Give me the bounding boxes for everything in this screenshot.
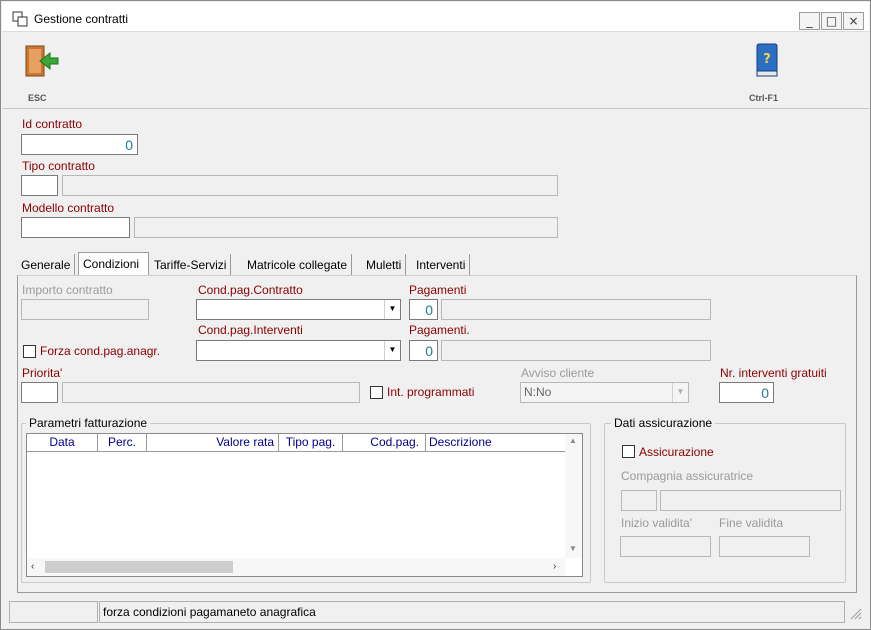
maximize-button[interactable]: □ — [821, 12, 842, 30]
pagamenti2-description — [441, 340, 711, 361]
tab-generale[interactable]: Generale — [17, 254, 76, 276]
application-window: Gestione contratti _ □ × ESC ? Ctrl-F1 I… — [0, 0, 871, 630]
toolbar: ESC ? Ctrl-F1 — [2, 33, 869, 109]
column-header-cod-pag[interactable]: Cod.pag. — [343, 434, 426, 452]
esc-label: ESC — [28, 93, 47, 103]
modello-contratto-label: Modello contratto — [22, 201, 115, 215]
exit-door-icon — [25, 45, 59, 77]
scroll-up-icon[interactable]: ▲ — [569, 436, 577, 445]
scroll-left-icon[interactable]: ‹ — [31, 561, 34, 572]
cond-pag-interventi-label: Cond.pag.Interventi — [198, 323, 303, 337]
horizontal-scrollbar[interactable]: ‹ › — [27, 558, 565, 576]
compagnia-code-input — [621, 490, 657, 511]
help-label: Ctrl-F1 — [749, 93, 778, 103]
pagamenti-input[interactable]: 0 — [409, 299, 438, 320]
pagamenti2-input[interactable]: 0 — [409, 340, 438, 361]
help-button[interactable]: ? Ctrl-F1 — [744, 39, 792, 103]
modello-contratto-code-input[interactable] — [21, 217, 130, 238]
inizio-validita-label: Inizio validita' — [621, 516, 692, 530]
minimize-button[interactable]: _ — [799, 12, 820, 30]
column-header-valore-rata[interactable]: Valore rata — [147, 434, 279, 452]
status-message: forza condizioni pagamaneto anagrafica — [99, 601, 845, 623]
dati-assicurazione-title: Dati assicurazione — [611, 416, 716, 430]
cond-pag-contratto-label: Cond.pag.Contratto — [198, 283, 303, 297]
column-header-descrizione[interactable]: Descrizione — [426, 434, 566, 452]
importo-contratto-input — [21, 299, 149, 320]
tipo-contratto-label: Tipo contratto — [22, 159, 95, 173]
avviso-cliente-label: Avviso cliente — [521, 366, 595, 380]
importo-contratto-label: Importo contratto — [22, 283, 113, 297]
chevron-down-icon: ▼ — [384, 341, 400, 360]
avviso-cliente-select: N:No ▼ — [520, 382, 689, 403]
pagamenti2-label: Pagamenti. — [409, 323, 470, 337]
help-book-icon: ? — [756, 43, 778, 77]
compagnia-description — [660, 490, 841, 511]
tipo-contratto-description — [62, 175, 558, 196]
scroll-down-icon[interactable]: ▼ — [569, 544, 577, 553]
vertical-scrollbar[interactable]: ▲ ▼ — [565, 434, 582, 558]
forza-cond-label: Forza cond.pag.anagr. — [40, 344, 161, 358]
chevron-down-icon: ▼ — [672, 383, 688, 402]
int-programmati-label: Int. programmati — [387, 385, 475, 399]
chevron-down-icon: ▼ — [384, 300, 400, 319]
close-button[interactable]: × — [843, 12, 864, 30]
tipo-contratto-code-input[interactable] — [21, 175, 58, 196]
inizio-validita-input — [620, 536, 711, 557]
svg-text:?: ? — [763, 52, 771, 67]
column-header-data[interactable]: Data — [27, 434, 98, 452]
horizontal-scroll-thumb[interactable] — [45, 561, 233, 573]
cond-pag-interventi-select[interactable]: ▼ — [196, 340, 401, 361]
compagnia-label: Compagnia assicuratrice — [621, 469, 754, 483]
assicurazione-checkbox[interactable] — [622, 445, 635, 458]
priorita-code-input[interactable] — [21, 382, 58, 403]
tab-condizioni[interactable]: Condizioni — [78, 252, 149, 276]
esc-button[interactable]: ESC — [16, 39, 64, 103]
tab-tariffe-servizi[interactable]: Tariffe-Servizi — [150, 254, 232, 276]
status-pane-left — [9, 601, 98, 623]
column-header-perc[interactable]: Perc. — [98, 434, 147, 452]
tab-muletti[interactable]: Muletti — [362, 254, 407, 276]
tab-matricole-collegate[interactable]: Matricole collegate — [243, 254, 353, 276]
pagamenti-description — [441, 299, 711, 320]
avviso-cliente-value: N:No — [524, 385, 552, 399]
resize-grip-icon[interactable] — [848, 606, 862, 620]
column-header-tipo-pag[interactable]: Tipo pag. — [279, 434, 343, 452]
priorita-description — [62, 382, 360, 403]
fatturazione-grid[interactable]: Data Perc. Valore rata Tipo pag. Cod.pag… — [26, 433, 583, 577]
modello-contratto-description — [134, 217, 558, 238]
cond-pag-contratto-select[interactable]: ▼ — [196, 299, 401, 320]
tab-interventi[interactable]: Interventi — [412, 254, 471, 276]
priorita-label: Priorita' — [22, 366, 63, 380]
nr-interventi-gratuiti-label: Nr. interventi gratuiti — [720, 366, 827, 380]
int-programmati-checkbox[interactable] — [370, 386, 383, 399]
scroll-right-icon[interactable]: › — [553, 561, 556, 572]
app-icon — [12, 11, 28, 27]
parametri-fatturazione-title: Parametri fatturazione — [26, 416, 151, 430]
fine-validita-input — [719, 536, 810, 557]
nr-interventi-gratuiti-input[interactable]: 0 — [719, 382, 774, 403]
window-title: Gestione contratti — [34, 12, 129, 26]
title-bar: Gestione contratti _ □ × — [2, 2, 869, 32]
id-contratto-label: Id contratto — [22, 117, 83, 131]
id-contratto-input[interactable]: 0 — [21, 134, 138, 155]
fine-validita-label: Fine validita — [719, 516, 784, 530]
pagamenti-label: Pagamenti — [409, 283, 467, 297]
assicurazione-label: Assicurazione — [639, 445, 714, 459]
forza-cond-checkbox[interactable] — [23, 345, 36, 358]
